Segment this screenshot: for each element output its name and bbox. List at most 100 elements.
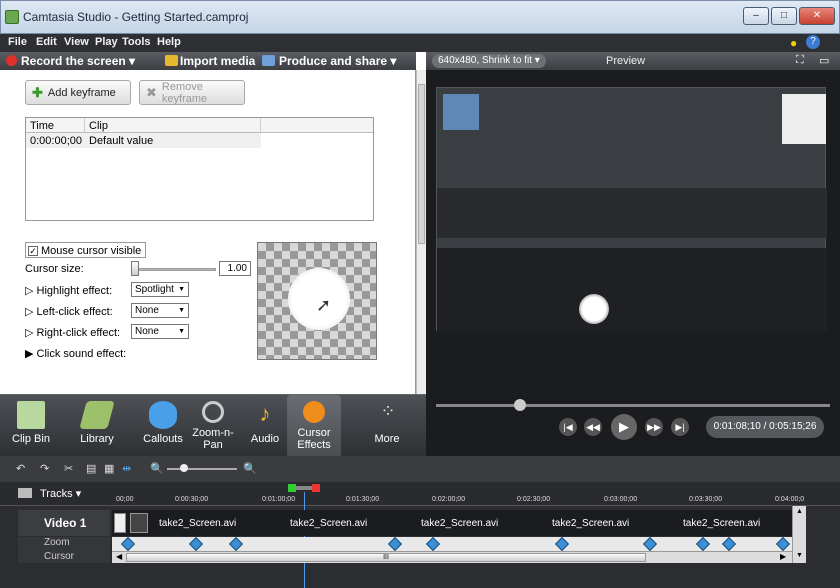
clip-label[interactable]: take2_Screen.avi xyxy=(683,518,760,529)
copy-icon[interactable]: ▤ xyxy=(86,462,96,475)
scrollbar-thumb[interactable] xyxy=(418,84,425,244)
tab-more[interactable]: ⁘ More xyxy=(360,395,414,457)
mouse-cursor-visible-label: Mouse cursor visible xyxy=(41,244,142,257)
tracks-dropdown[interactable]: Tracks ▾ xyxy=(40,487,81,500)
produce-share-button[interactable]: Produce and share ▾ xyxy=(279,54,396,68)
chevron-down-icon: ▼ xyxy=(178,328,185,335)
zoom-keyframe[interactable] xyxy=(425,536,441,552)
timeline-ruler-row: Tracks ▾ 00;00 0:00:30;00 0:01:00;00 0:0… xyxy=(0,482,840,506)
minimize-button[interactable]: – xyxy=(743,7,769,25)
zoom-icon xyxy=(202,401,224,423)
timeline-vertical-scrollbar[interactable]: ▲ ▼ xyxy=(792,506,806,563)
timeline-scroll-thumb[interactable]: III xyxy=(126,553,646,562)
highlight-effect-select[interactable]: Spotlight ▼ xyxy=(131,282,189,297)
zoom-slider[interactable] xyxy=(167,468,237,470)
record-icon xyxy=(6,55,17,66)
menu-help[interactable]: Help xyxy=(157,36,181,48)
paste-icon[interactable]: ▦ xyxy=(104,462,114,475)
ruler-tick: 0:01:30;00 xyxy=(346,496,380,503)
table-row[interactable]: 0:00:00;00 Default value xyxy=(26,133,261,148)
zoom-keyframe[interactable] xyxy=(642,536,658,552)
preview-header: 640x480, Shrink to fit ▾ Preview ⛶ ▭ xyxy=(426,52,840,70)
right-click-effect-select[interactable]: None ▼ xyxy=(131,324,189,339)
zoom-keyframe[interactable] xyxy=(554,536,570,552)
cursor-size-input[interactable]: 1.00 xyxy=(219,261,251,276)
preview-spotlight xyxy=(579,294,609,324)
add-keyframe-button[interactable]: ✚ Add keyframe xyxy=(25,80,131,105)
column-time[interactable]: Time xyxy=(30,120,54,132)
undo-icon[interactable]: ↶ xyxy=(16,462,25,475)
lightbulb-icon[interactable]: ● xyxy=(790,36,797,50)
cut-icon[interactable]: ✂ xyxy=(64,462,73,475)
zoom-track-header[interactable]: Zoom xyxy=(18,537,110,551)
scroll-up-icon[interactable]: ▲ xyxy=(796,508,803,515)
clip-label[interactable]: take2_Screen.avi xyxy=(421,518,498,529)
ruler-tick: 0:02:30;00 xyxy=(517,496,551,503)
mouse-cursor-visible-checkbox[interactable]: ✓ Mouse cursor visible xyxy=(25,242,147,258)
tab-audio[interactable]: ♪ Audio xyxy=(240,395,290,457)
menu-file[interactable]: File xyxy=(8,36,27,48)
tab-callouts[interactable]: Callouts xyxy=(136,395,190,457)
menu-view[interactable]: View xyxy=(64,36,89,48)
zoom-keyframe[interactable] xyxy=(695,536,711,552)
zoom-out-icon[interactable]: 🔍 xyxy=(150,462,164,475)
menu-tools[interactable]: Tools xyxy=(122,36,151,48)
tab-library[interactable]: Library xyxy=(70,395,124,457)
tab-clip-bin[interactable]: Clip Bin xyxy=(4,395,58,457)
split-icon[interactable]: ⇹ xyxy=(122,462,131,475)
scroll-down-icon[interactable]: ▼ xyxy=(796,552,803,559)
tab-cursor-effects[interactable]: Cursor Effects xyxy=(287,395,341,457)
zoom-keyframe[interactable] xyxy=(228,536,244,552)
help-icon[interactable]: ? xyxy=(806,35,820,49)
preview-canvas[interactable] xyxy=(436,87,827,332)
scroll-left-icon[interactable]: ◀ xyxy=(116,552,122,561)
column-clip[interactable]: Clip xyxy=(89,120,108,132)
video-track-header[interactable]: Video 1 xyxy=(18,510,110,536)
remove-keyframe-icon: ✖ xyxy=(146,84,157,100)
ruler-tick: 0:04:00;0 xyxy=(775,496,805,503)
zoom-keyframe[interactable] xyxy=(775,536,791,552)
import-media-button[interactable]: Import media xyxy=(180,54,255,68)
scrub-handle[interactable] xyxy=(514,399,526,411)
previous-icon[interactable]: |◀ xyxy=(559,418,577,436)
zoom-in-icon[interactable]: 🔍 xyxy=(243,462,257,475)
selection-end-marker[interactable] xyxy=(312,484,320,492)
redo-icon[interactable]: ↷ xyxy=(40,462,49,475)
rewind-icon[interactable]: ◀◀ xyxy=(584,418,602,436)
clip-label[interactable]: take2_Screen.avi xyxy=(290,518,367,529)
detach-icon[interactable]: ▭ xyxy=(819,54,829,67)
zoom-keyframe[interactable] xyxy=(188,536,204,552)
fast-forward-icon[interactable]: ▶▶ xyxy=(645,418,663,436)
clip-label[interactable]: take2_Screen.avi xyxy=(552,518,629,529)
clip-label[interactable]: take2_Screen.avi xyxy=(159,518,236,529)
fullscreen-icon[interactable]: ⛶ xyxy=(796,54,804,67)
record-screen-button[interactable]: Record the screen ▾ xyxy=(21,54,135,68)
scrub-bar[interactable] xyxy=(436,404,830,407)
play-icon[interactable]: ▶ xyxy=(611,414,637,440)
video-track: take2_Screen.avi take2_Screen.avi take2_… xyxy=(112,510,792,536)
cursor-size-slider-handle[interactable] xyxy=(131,261,139,276)
click-sound-effect-label[interactable]: ▶ Click sound effect: xyxy=(25,347,126,360)
selection-range[interactable] xyxy=(296,486,312,490)
preview-size-dropdown[interactable]: 640x480, Shrink to fit ▾ xyxy=(432,54,546,68)
zoom-keyframe[interactable] xyxy=(387,536,403,552)
zoom-slider-handle[interactable] xyxy=(180,464,188,472)
timeline-scrollbar[interactable]: ◀ III ▶ xyxy=(112,551,792,563)
scroll-right-icon[interactable]: ▶ xyxy=(780,552,786,561)
zoom-keyframe[interactable] xyxy=(721,536,737,552)
panel-scrollbar[interactable] xyxy=(416,70,426,394)
maximize-button[interactable]: □ xyxy=(771,7,797,25)
tab-zoom-n-pan[interactable]: Zoom-n-Pan xyxy=(186,395,240,457)
zoom-keyframe[interactable] xyxy=(120,536,136,552)
remove-keyframe-button[interactable]: ✖ Remove keyframe xyxy=(139,80,245,105)
menu-edit[interactable]: Edit xyxy=(36,36,57,48)
cursor-preview: ➚ xyxy=(257,242,377,360)
next-icon[interactable]: ▶| xyxy=(671,418,689,436)
cursor-track-header[interactable]: Cursor xyxy=(18,551,110,563)
cursor-size-slider-track[interactable] xyxy=(131,268,216,271)
left-click-effect-select[interactable]: None ▼ xyxy=(131,303,189,318)
tab-cursor-effects-label: Cursor Effects xyxy=(297,427,331,451)
menu-play[interactable]: Play xyxy=(95,36,118,48)
close-button[interactable]: ✕ xyxy=(799,7,835,25)
selection-start-marker[interactable] xyxy=(288,484,296,492)
